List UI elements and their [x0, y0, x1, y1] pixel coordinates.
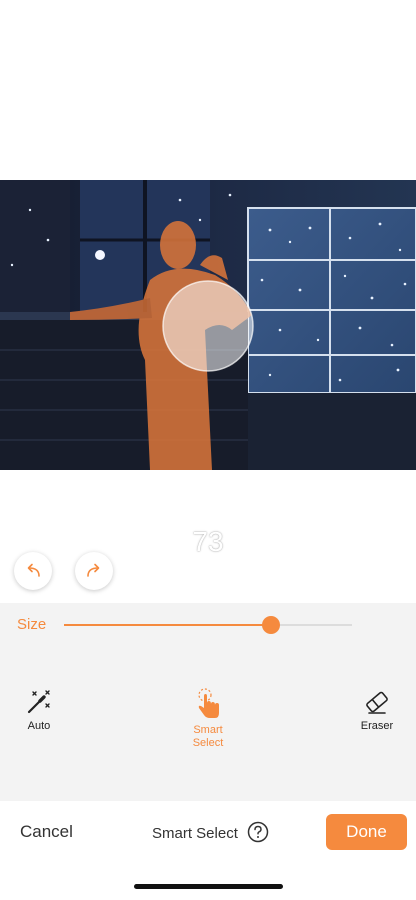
magic-wand-icon: [27, 690, 50, 714]
undo-arrow-icon: [27, 563, 40, 577]
home-indicator: [134, 884, 283, 889]
size-slider-fill: [64, 624, 272, 626]
redo-arrow-icon: [87, 563, 100, 577]
mode-title: Smart Select: [152, 825, 238, 842]
undo-button[interactable]: [14, 552, 52, 590]
size-slider[interactable]: [64, 616, 352, 634]
smart-select-tool-button[interactable]: Smart Select: [168, 688, 248, 750]
eraser-tool-button[interactable]: Eraser: [337, 688, 416, 733]
auto-tool-label: Auto: [27, 720, 51, 732]
photo-image: [0, 180, 416, 470]
eraser-tool-label: Eraser: [360, 720, 394, 732]
done-button[interactable]: Done: [326, 814, 407, 850]
size-label: Size: [17, 616, 47, 633]
question-circle-icon: [247, 821, 269, 843]
brush-size-readout: 73: [192, 526, 224, 557]
cancel-button[interactable]: Cancel: [20, 822, 73, 842]
auto-tool-button[interactable]: Auto: [0, 688, 79, 733]
photo-canvas[interactable]: [0, 180, 416, 470]
eraser-icon: [366, 691, 388, 714]
hand-pointer-icon: [198, 688, 219, 718]
brush-cursor: [162, 280, 254, 372]
redo-button[interactable]: [75, 552, 113, 590]
smart-select-label-line2: Select: [192, 737, 224, 749]
help-button[interactable]: [247, 821, 269, 843]
smart-select-label-line1: Smart: [193, 724, 223, 736]
